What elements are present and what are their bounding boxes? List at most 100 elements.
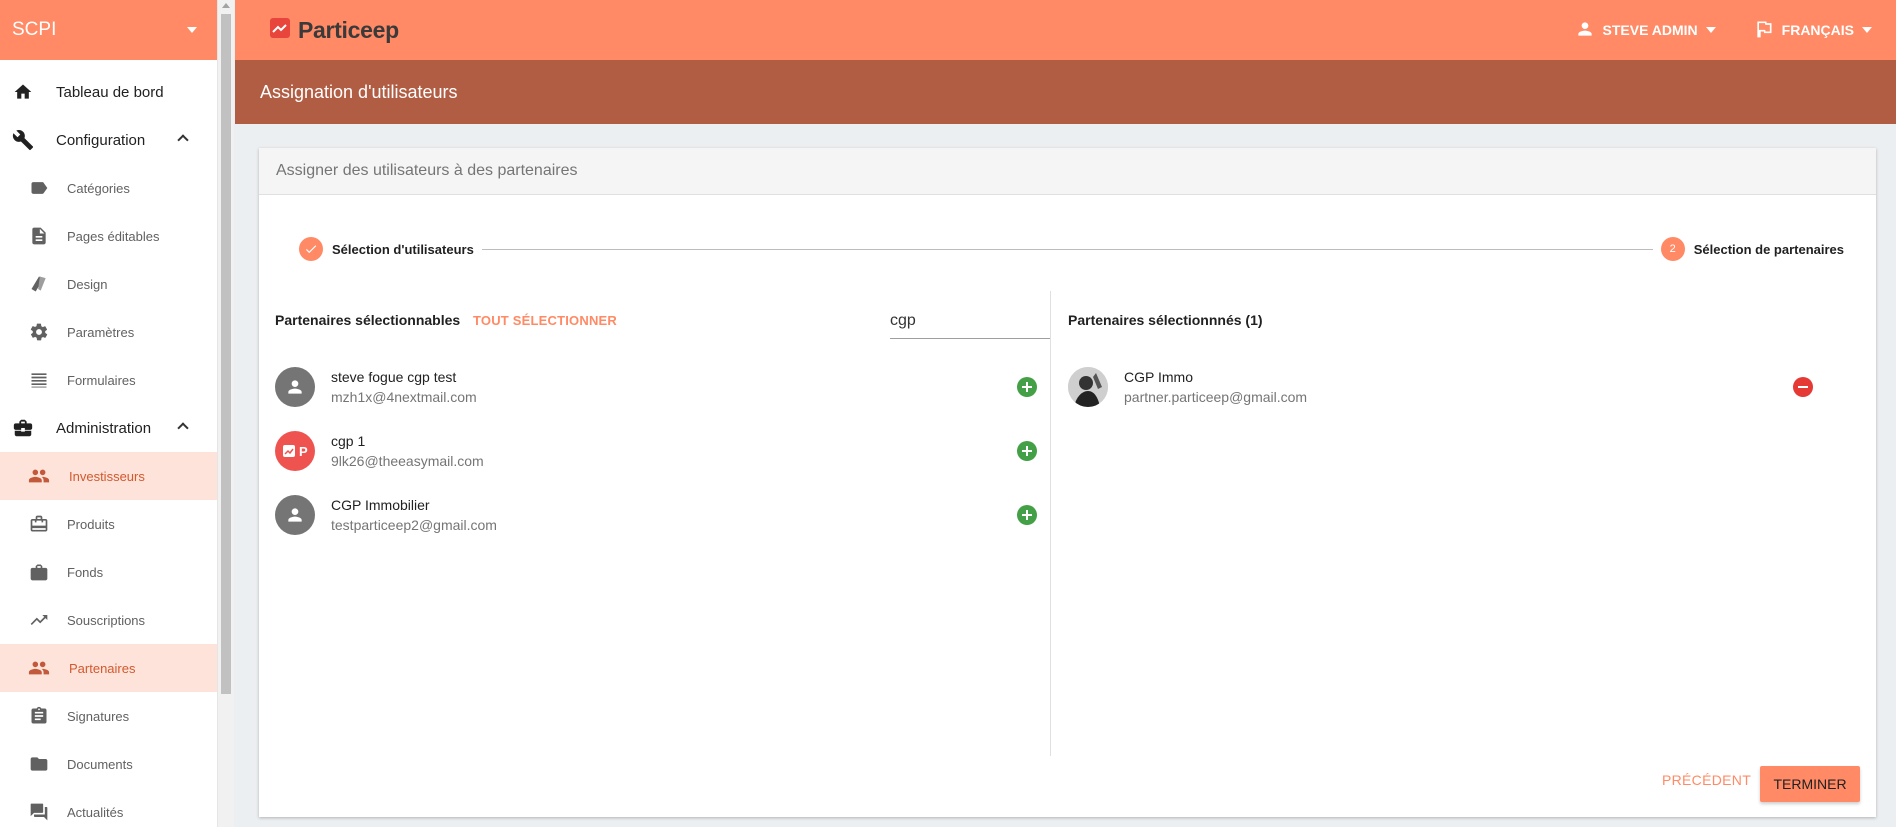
product-icon (28, 513, 50, 535)
chevron-down-icon[interactable] (187, 27, 197, 33)
finish-button[interactable]: TERMINER (1760, 766, 1860, 802)
add-partner-button[interactable] (1017, 377, 1037, 397)
add-partner-button[interactable] (1017, 505, 1037, 525)
sidebar-item-label: Administration (56, 419, 152, 437)
sidebar-item-documents[interactable]: Documents (0, 740, 217, 788)
sidebar-item-administration[interactable]: Administration (0, 404, 217, 452)
sidebar-item-formulaires[interactable]: Formulaires (0, 356, 217, 404)
particeep-logo-icon: P (283, 444, 308, 459)
partner-name: CGP Immo (1124, 369, 1193, 385)
partner-info: cgp 1 9lk26@theeasymail.com (331, 431, 484, 471)
sidebar-item-label: Documents (67, 756, 133, 772)
avatar (275, 495, 315, 535)
step-connector (481, 248, 1653, 250)
language-menu[interactable]: FRANÇAIS (1754, 19, 1872, 42)
partner-name: cgp 1 (331, 433, 366, 449)
add-partner-button[interactable] (1017, 441, 1037, 461)
sidebar-item-label: Produits (67, 516, 115, 532)
page-title-bar: Assignation d'utilisateurs (235, 60, 1896, 124)
partner-info: CGP Immobilier testparticeep2@gmail.com (331, 495, 497, 535)
stepper: Sélection d'utilisateurs 2 Sélection de … (299, 236, 1844, 262)
remove-partner-button[interactable] (1793, 377, 1813, 397)
wrench-icon (12, 129, 34, 151)
sidebar: SCPI Tableau de bord Configuration Catég… (0, 0, 218, 827)
sidebar-item-pages-editables[interactable]: Pages éditables (0, 212, 217, 260)
top-bar-actions: STEVE ADMIN FRANÇAIS (1537, 19, 1872, 42)
sidebar-item-label: Partenaires (69, 660, 136, 676)
sidebar-header[interactable]: SCPI (0, 0, 217, 60)
brand-logo[interactable]: Particeep (270, 17, 399, 44)
user-icon (1575, 19, 1595, 42)
sidebar-item-label: Formulaires (67, 372, 136, 388)
page-title: Assignation d'utilisateurs (260, 81, 458, 102)
sidebar-item-label: Configuration (56, 131, 146, 149)
card-header: Assigner des utilisateurs à des partenai… (259, 148, 1876, 195)
bag-icon (28, 561, 50, 583)
assignment-card: Assigner des utilisateurs à des partenai… (259, 148, 1876, 817)
partner-name: steve fogue cgp test (331, 369, 457, 385)
sidebar-item-signatures[interactable]: Signatures (0, 692, 217, 740)
person-icon (288, 380, 302, 394)
minus-icon (1798, 386, 1808, 388)
user-menu[interactable]: STEVE ADMIN (1575, 19, 1716, 42)
scroll-up-arrow-icon[interactable] (222, 3, 230, 8)
available-partners-list: steve fogue cgp test mzh1x@4nextmail.com… (275, 355, 1050, 547)
sidebar-item-tableau-de-bord[interactable]: Tableau de bord (0, 68, 217, 116)
document-icon (28, 225, 50, 247)
sidebar-item-design[interactable]: Design (0, 260, 217, 308)
scrollbar-thumb[interactable] (221, 14, 231, 694)
clipboard-icon (28, 705, 50, 727)
person-icon (288, 508, 302, 522)
people-icon (28, 657, 50, 679)
avatar (275, 367, 315, 407)
partner-info: steve fogue cgp test mzh1x@4nextmail.com (331, 367, 477, 407)
partner-info: CGP Immo partner.particeep@gmail.com (1124, 367, 1307, 407)
select-all-button[interactable]: TOUT SÉLECTIONNER (473, 313, 617, 328)
svg-text:P: P (299, 444, 308, 459)
sidebar-item-label: Catégories (67, 180, 130, 196)
sidebar-item-actualites[interactable]: Actualités (0, 788, 217, 827)
top-bar: Particeep STEVE ADMIN FRANÇAIS (235, 0, 1896, 60)
list-item: CGP Immobilier testparticeep2@gmail.com (275, 483, 1050, 547)
list-item: P cgp 1 9lk26@theeasymail.com (275, 419, 1050, 483)
partner-photo-icon (1068, 367, 1108, 407)
sidebar-item-label: Actualités (67, 804, 124, 820)
chevron-up-icon (177, 134, 189, 146)
list-item: steve fogue cgp test mzh1x@4nextmail.com (275, 355, 1050, 419)
avatar: P (275, 431, 315, 471)
sidebar-item-produits[interactable]: Produits (0, 500, 217, 548)
search-input[interactable] (890, 303, 1050, 338)
chevron-down-icon (1862, 27, 1872, 33)
sidebar-item-souscriptions[interactable]: Souscriptions (0, 596, 217, 644)
sidebar-item-configuration[interactable]: Configuration (0, 116, 217, 164)
trending-logo-icon (270, 17, 290, 43)
available-partners-heading: Partenaires sélectionnables (275, 312, 461, 328)
sidebar-item-categories[interactable]: Catégories (0, 164, 217, 212)
sidebar-item-label: Tableau de bord (56, 83, 164, 101)
partner-name: CGP Immobilier (331, 497, 430, 513)
sidebar-item-label: Design (67, 276, 108, 292)
previous-button[interactable]: PRÉCÉDENT (1650, 762, 1763, 798)
partner-email: testparticeep2@gmail.com (331, 517, 497, 533)
sidebar-item-partenaires[interactable]: Partenaires (0, 644, 217, 692)
sidebar-item-investisseurs[interactable]: Investisseurs (0, 452, 217, 500)
sidebar-scrollbar[interactable] (218, 0, 234, 827)
card-title: Assigner des utilisateurs à des partenai… (276, 162, 578, 179)
sidebar-item-parametres[interactable]: Paramètres (0, 308, 217, 356)
sidebar-item-label: Investisseurs (69, 468, 145, 484)
sidebar-item-fonds[interactable]: Fonds (0, 548, 217, 596)
flag-icon (1754, 19, 1774, 42)
folder-icon (28, 753, 50, 775)
chat-icon (28, 801, 50, 823)
sidebar-nav: Tableau de bord Configuration Catégories… (0, 60, 217, 827)
palette-icon (28, 273, 50, 295)
sidebar-item-label: Souscriptions (67, 612, 146, 628)
list-item: CGP Immo partner.particeep@gmail.com (1068, 355, 1858, 419)
available-partners-panel: Partenaires sélectionnables TOUT SÉLECTI… (275, 291, 1051, 756)
selected-partners-panel: Partenaires sélectionnnés (1) CGP Immo p… (1068, 291, 1858, 756)
label-icon (28, 177, 50, 199)
partner-email: mzh1x@4nextmail.com (331, 389, 477, 405)
chevron-down-icon (1705, 27, 1716, 33)
people-icon (28, 465, 50, 487)
search-field (890, 303, 1050, 339)
